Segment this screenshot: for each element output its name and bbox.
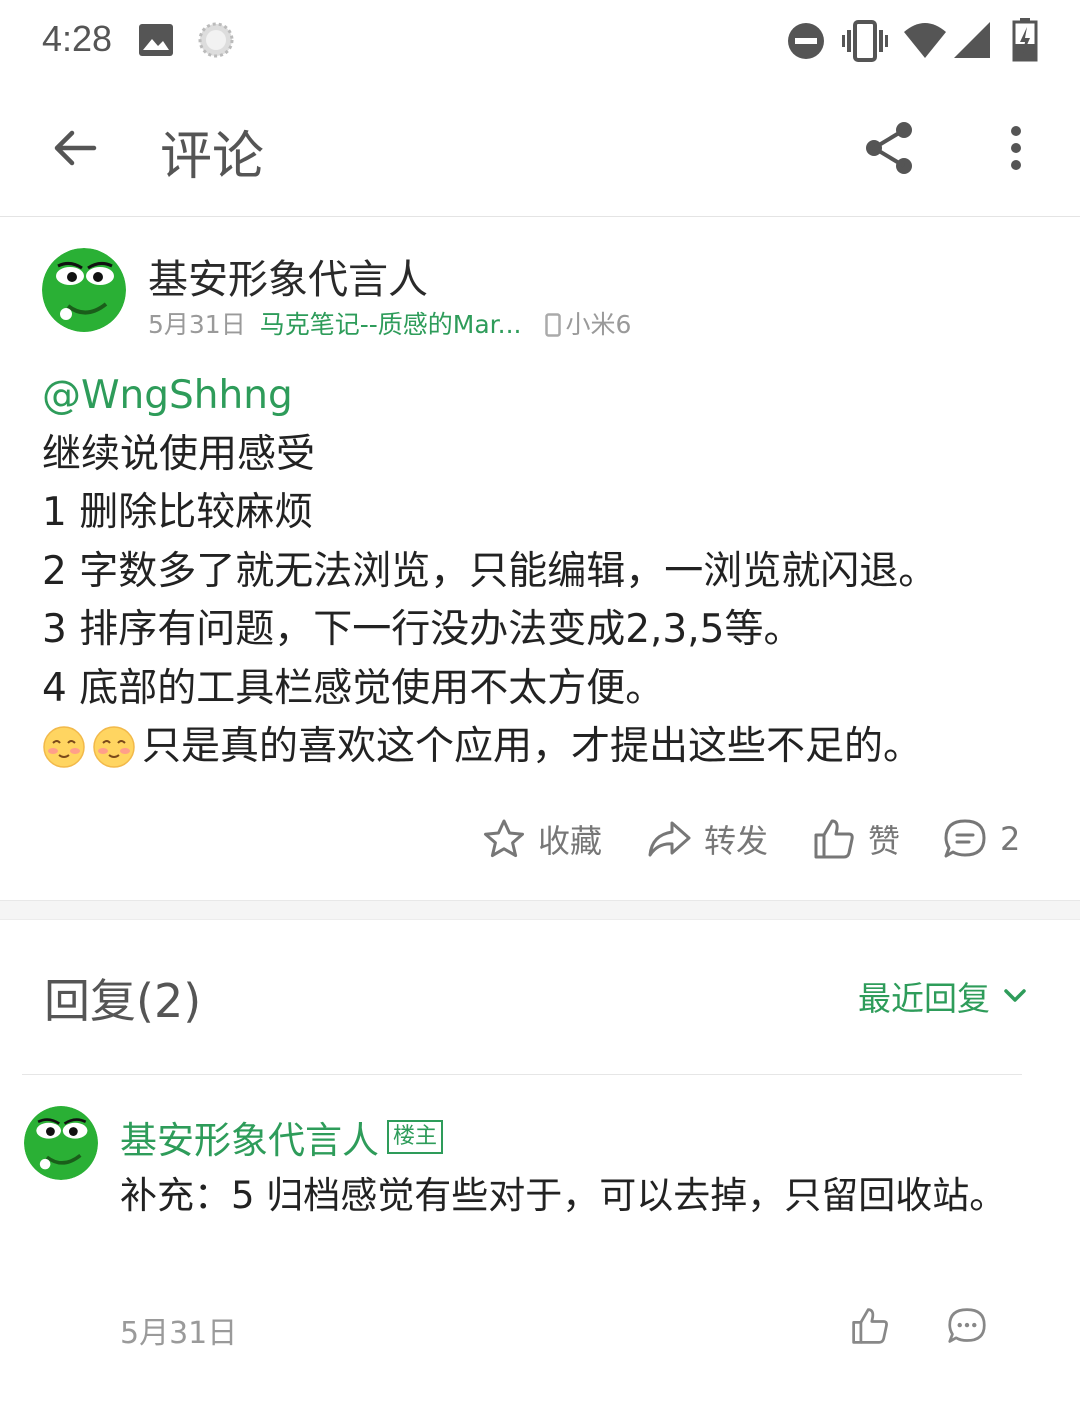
chevron-down-icon: [1004, 989, 1026, 1002]
reply-text: 补充：5 归档感觉有些对于，可以去掉，只留回收站。: [120, 1174, 1007, 1217]
reply-author-row: 基安形象代言人 楼主: [120, 1110, 444, 1164]
status-bar: 4:28: [0, 0, 1080, 84]
star-icon: [484, 819, 524, 858]
content-line: 只是真的喜欢这个应用，才提出这些不足的。: [142, 724, 923, 769]
status-time: 4:28: [42, 18, 113, 59]
image-icon: [139, 24, 173, 56]
avatar[interactable]: [24, 1106, 98, 1180]
vibrate-icon: [842, 20, 888, 62]
reply-date: 5月31日: [120, 1316, 238, 1351]
post-actions: 收藏 转发 赞 2: [0, 807, 1080, 871]
sort-label: 最近回复: [858, 979, 990, 1018]
content-line: 3 排序有问题，下一行没办法变成2,3,5等。: [42, 607, 803, 652]
thumbs-up-icon[interactable]: [850, 1306, 890, 1346]
forward-button[interactable]: 转发: [646, 807, 768, 871]
arrow-back-icon[interactable]: [50, 124, 98, 172]
sync-icon: [198, 22, 234, 58]
comment-icon: [944, 819, 986, 858]
content-line: 4 底部的工具栏感觉使用不太方便。: [42, 665, 665, 711]
post-meta: 5月31日 马克笔记--质感的Mar... 小米6: [148, 305, 631, 341]
phone-icon: [545, 313, 562, 337]
reply-comment-icon[interactable]: [946, 1306, 988, 1346]
thumbs-up-icon: [814, 819, 854, 859]
content-line-emoji: 只是真的喜欢这个应用，才提出这些不足的。: [42, 718, 1042, 777]
content-line: 1 删除比较麻烦: [42, 490, 314, 535]
sort-dropdown[interactable]: 最近回复: [858, 972, 1030, 1020]
do-not-disturb-icon: [788, 23, 824, 59]
forward-label: 转发: [704, 822, 769, 860]
like-label: 赞: [868, 822, 901, 860]
more-vert-icon[interactable]: [1004, 124, 1028, 172]
post-author[interactable]: 基安形象代言人: [148, 247, 428, 305]
forward-icon: [648, 821, 691, 857]
content-line: 2 字数多了就无法浏览，只能编辑，一浏览就闪退。: [42, 548, 938, 594]
blush-emoji-icon: [43, 726, 85, 768]
mention-link[interactable]: @WngShhng: [42, 367, 1042, 426]
content-line: 继续说使用感受: [42, 431, 316, 477]
app-bar: 评论: [0, 84, 1080, 217]
replies-title: 回复(2): [44, 974, 202, 1028]
op-badge: 楼主: [387, 1120, 444, 1154]
favorite-label: 收藏: [538, 822, 603, 860]
post-topic-link[interactable]: 马克笔记--质感的Mar...: [260, 310, 522, 339]
wifi-icon: [904, 23, 946, 58]
avatar[interactable]: [42, 248, 126, 332]
post-device-label: 小米6: [565, 310, 632, 339]
post-device: 小米6: [545, 310, 631, 339]
post-date: 5月31日: [148, 310, 246, 339]
battery-charging-icon: [1012, 18, 1038, 62]
signal-icon: [954, 22, 990, 58]
page-title: 评论: [160, 127, 265, 187]
blush-emoji-icon: [93, 726, 135, 768]
comment-button[interactable]: 2: [942, 807, 1020, 871]
like-button[interactable]: 赞: [812, 807, 900, 871]
section-divider: [0, 900, 1080, 920]
comment-count: 2: [1000, 820, 1021, 858]
favorite-button[interactable]: 收藏: [482, 807, 602, 871]
divider: [22, 1074, 1022, 1075]
reply-author[interactable]: 基安形象代言人: [120, 1110, 379, 1164]
share-icon[interactable]: [862, 120, 918, 176]
post-content: @WngShhng 继续说使用感受 1 删除比较麻烦 2 字数多了就无法浏览，只…: [42, 367, 1042, 777]
